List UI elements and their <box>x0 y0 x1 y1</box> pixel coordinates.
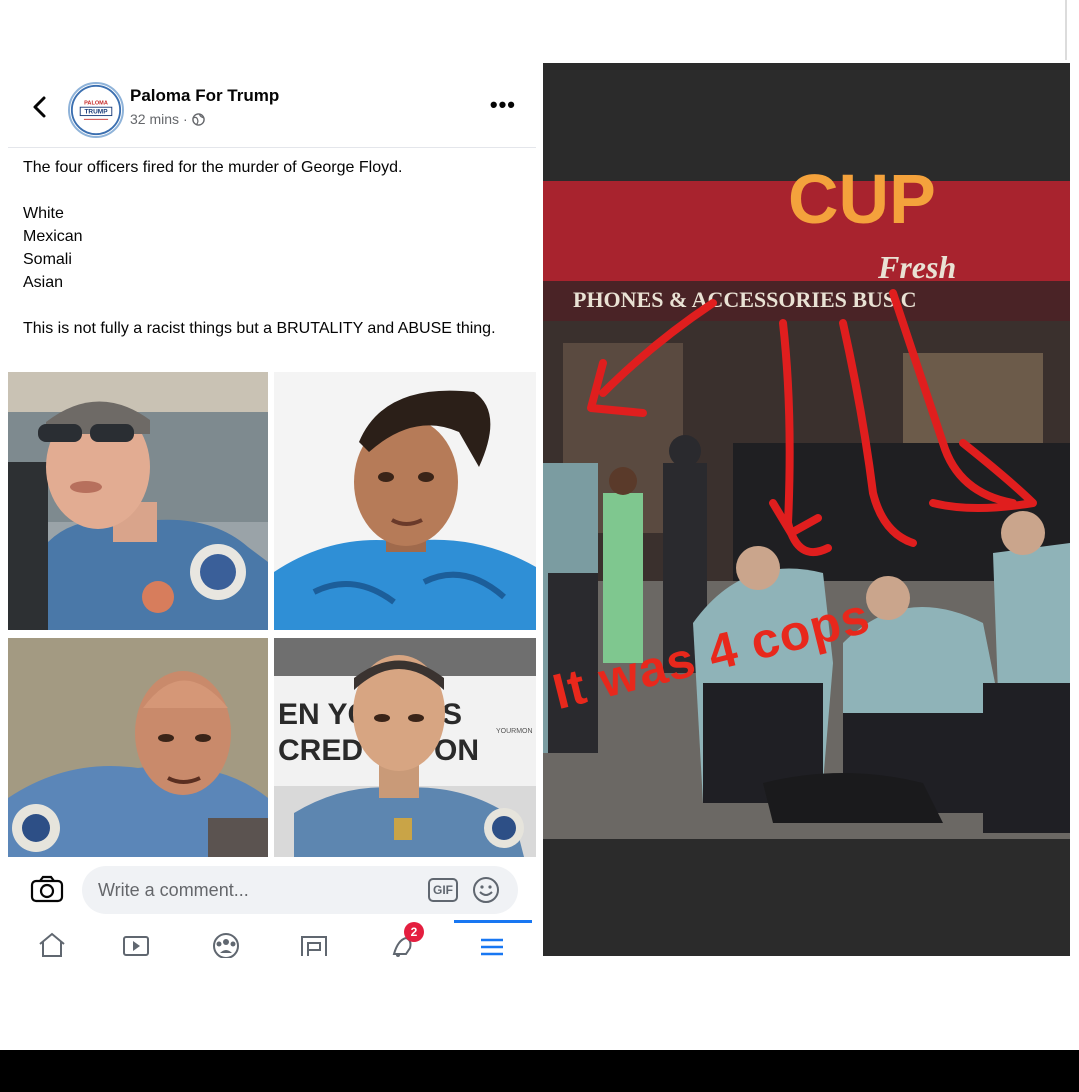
comment-bar: GIF <box>8 862 536 920</box>
active-tab-indicator <box>454 920 532 923</box>
sign-text-small: YOURMON <box>496 728 533 735</box>
notification-badge: 2 <box>404 922 424 942</box>
officer-photo-4[interactable]: EN YC CRED S ON YOURMON <box>274 638 536 857</box>
sign-cup: CUP <box>788 160 936 238</box>
ethnicity-list: White Mexican Somali Asian <box>23 202 528 294</box>
nav-feed[interactable] <box>296 928 332 958</box>
sign-text-right-2: ON <box>434 734 479 767</box>
meme-image[interactable]: CUP Fresh PHONES & ACCESSORIES BUS C It … <box>543 63 1070 956</box>
sign-text-right-1: S <box>442 698 462 731</box>
nav-menu[interactable] <box>474 928 510 958</box>
groups-icon <box>213 933 239 959</box>
list-item: Mexican <box>23 228 83 245</box>
facebook-post: PALOMA TRUMP Paloma For Trump 32 mins · … <box>8 70 536 960</box>
photo-grid: EN YC CRED S ON YOURMON <box>8 372 536 857</box>
bottom-nav: 2 <box>8 920 536 960</box>
meta-separator: · <box>183 111 188 127</box>
page-name[interactable]: Paloma For Trump <box>130 86 279 106</box>
gif-button[interactable]: GIF <box>428 878 458 902</box>
page-avatar[interactable]: PALOMA TRUMP <box>68 82 124 138</box>
nav-notifications[interactable]: 2 <box>386 922 424 958</box>
post-closing: This is not fully a racist things but a … <box>23 320 496 337</box>
right-edge-line <box>1065 0 1067 60</box>
globe-icon <box>191 112 205 126</box>
post-time[interactable]: 32 mins <box>130 111 179 127</box>
menu-icon <box>481 938 503 956</box>
more-options-button[interactable]: ••• <box>490 92 516 118</box>
list-item: Somali <box>23 251 72 268</box>
news-feed-icon <box>301 936 327 956</box>
post-body-text: The four officers fired for the murder o… <box>23 156 528 363</box>
list-item: Asian <box>23 274 64 291</box>
officer-photo-1[interactable] <box>8 372 268 630</box>
avatar-line-1: PALOMA <box>84 100 108 106</box>
camera-icon[interactable] <box>30 874 64 904</box>
sign-text-left-2: CRED <box>278 734 363 767</box>
back-button[interactable] <box>28 92 52 122</box>
sign-phones: PHONES & ACCESSORIES BUS C <box>573 287 917 312</box>
post-header: PALOMA TRUMP Paloma For Trump 32 mins · … <box>8 70 536 148</box>
bottom-black-band <box>0 1050 1079 1092</box>
nav-home[interactable] <box>34 928 70 958</box>
officer-photo-3[interactable] <box>8 638 268 857</box>
nav-groups[interactable] <box>208 928 244 959</box>
sign-fresh: Fresh <box>877 249 956 285</box>
smiley-icon[interactable] <box>472 876 500 904</box>
watch-icon <box>123 936 149 956</box>
avatar-line-2: TRUMP <box>84 109 108 116</box>
post-meta: 32 mins · <box>130 111 205 127</box>
home-icon <box>39 932 65 957</box>
post-intro: The four officers fired for the murder o… <box>23 159 403 176</box>
nav-watch[interactable] <box>118 928 154 958</box>
chevron-left-icon <box>33 96 46 118</box>
officer-photo-2[interactable] <box>274 372 536 630</box>
list-item: White <box>23 205 64 222</box>
